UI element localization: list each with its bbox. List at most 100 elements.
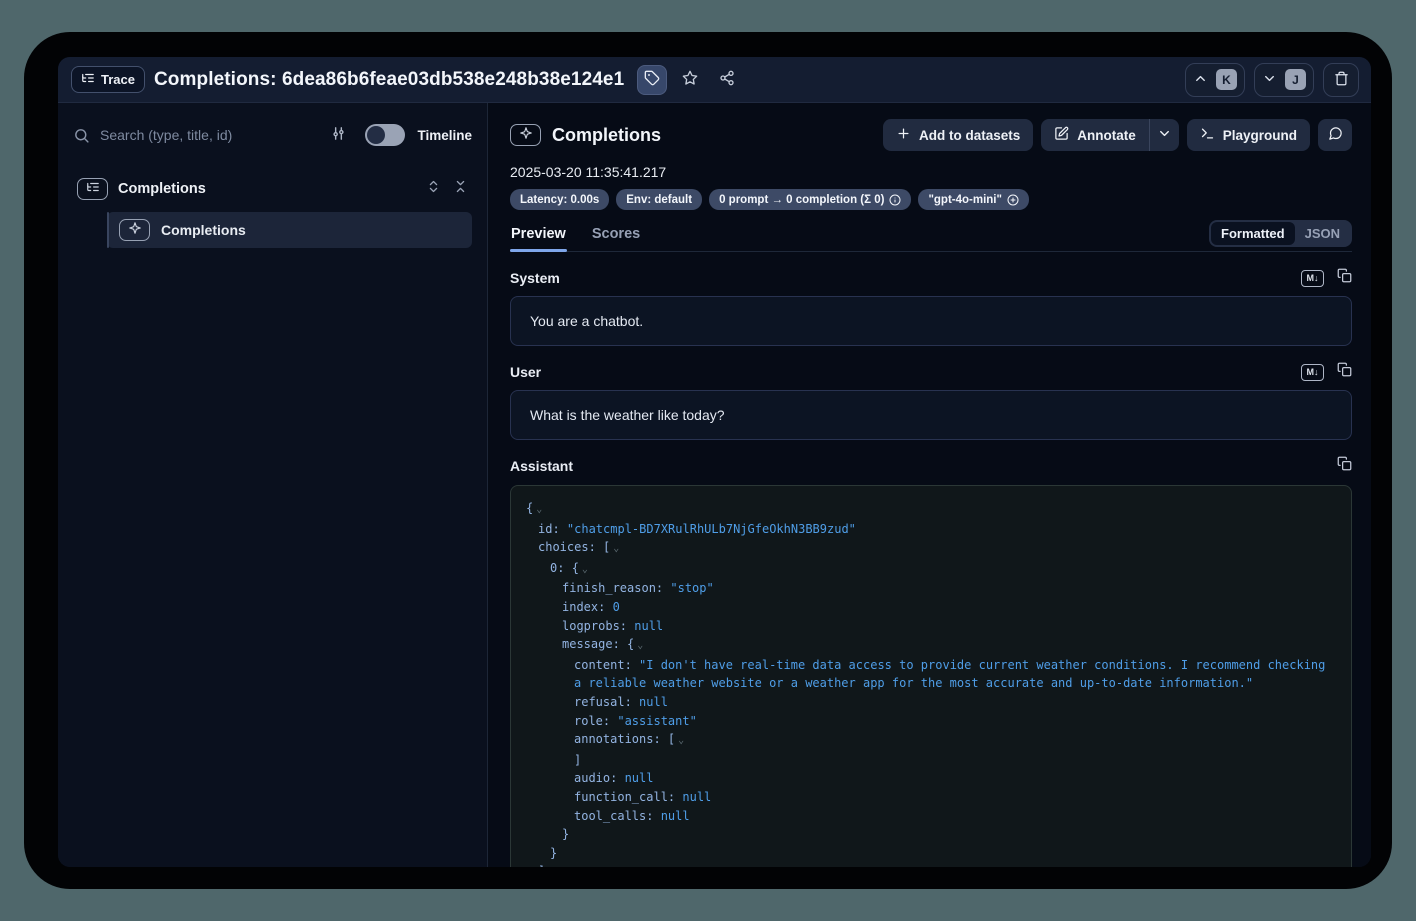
sliders-icon bbox=[330, 125, 347, 145]
tab-preview[interactable]: Preview bbox=[510, 224, 567, 251]
trace-badge-label: Trace bbox=[101, 72, 135, 87]
metadata-pill[interactable]: Latency: 0.00s bbox=[510, 189, 609, 210]
json-line: tool_calls: null bbox=[526, 807, 1336, 826]
json-line: refusal: null bbox=[526, 693, 1336, 712]
assistant-role-label: Assistant bbox=[510, 458, 573, 474]
top-bar: Trace Completions: 6dea86b6feae03db538e2… bbox=[58, 57, 1371, 103]
annotate-split-button: Annotate bbox=[1041, 119, 1179, 151]
json-line: id: "chatcmpl-BD7XRulRhULb7NjGfeOkhN3BB9… bbox=[526, 520, 1336, 539]
json-line: logprobs: null bbox=[526, 617, 1336, 636]
copy-icon[interactable] bbox=[1337, 456, 1352, 476]
share-icon bbox=[719, 70, 735, 89]
star-icon bbox=[682, 70, 698, 89]
copy-icon[interactable] bbox=[1337, 362, 1352, 382]
tag-icon bbox=[644, 70, 660, 89]
annotate-button[interactable]: Annotate bbox=[1041, 119, 1149, 151]
metadata-pills: Latency: 0.00s Env: default 0 prompt → 0 c… bbox=[510, 189, 1352, 210]
list-tree-icon bbox=[86, 180, 100, 199]
plus-circle-icon bbox=[1007, 194, 1019, 206]
timeline-toggle[interactable] bbox=[365, 124, 405, 146]
json-line: content: "I don't have real-time data ac… bbox=[526, 656, 1336, 693]
chevron-up-icon bbox=[1193, 71, 1208, 89]
observation-timestamp: 2025-03-20 11:35:41.217 bbox=[510, 164, 1352, 180]
search-input[interactable] bbox=[100, 127, 317, 143]
window-bezel: Trace Completions: 6dea86b6feae03db538e2… bbox=[24, 32, 1392, 889]
collapse-all-icon[interactable] bbox=[453, 179, 468, 199]
keyboard-shortcut-k: K bbox=[1216, 69, 1237, 90]
pill-label: Latency: 0.00s bbox=[520, 194, 599, 206]
pill-label: Env: default bbox=[626, 194, 692, 206]
user-section-header: User M↓ bbox=[510, 362, 1352, 382]
observation-header: Completions Add to datasets bbox=[510, 119, 1352, 151]
json-line: ] bbox=[526, 751, 1336, 770]
sparkle-icon bbox=[519, 126, 533, 145]
share-button[interactable] bbox=[713, 66, 741, 94]
format-segmented-control: Formatted JSON bbox=[1209, 220, 1352, 247]
user-message-box: What is the weather like today? bbox=[510, 390, 1352, 440]
format-json-option[interactable]: JSON bbox=[1295, 222, 1350, 245]
trace-title: Completions: 6dea86b6feae03db538e248b38e… bbox=[154, 69, 624, 91]
sparkle-icon bbox=[128, 221, 142, 240]
json-line: role: "assistant" bbox=[526, 712, 1336, 731]
playground-button[interactable]: Playground bbox=[1187, 119, 1310, 151]
action-buttons: Add to datasets Annotate bbox=[883, 119, 1352, 151]
metadata-pill[interactable]: 0 prompt → 0 completion (Σ 0) bbox=[709, 189, 911, 210]
add-to-datasets-label: Add to datasets bbox=[919, 128, 1020, 143]
view-settings-button[interactable] bbox=[327, 124, 349, 146]
json-line: finish_reason: "stop" bbox=[526, 579, 1336, 598]
annotate-label: Annotate bbox=[1077, 128, 1136, 143]
annotate-dropdown-button[interactable] bbox=[1149, 119, 1179, 151]
json-line: audio: null bbox=[526, 769, 1336, 788]
assistant-section-header: Assistant bbox=[510, 456, 1352, 476]
markdown-toggle-icon[interactable]: M↓ bbox=[1301, 364, 1324, 381]
tab-scores[interactable]: Scores bbox=[591, 224, 641, 251]
search-row: Timeline bbox=[73, 120, 472, 150]
expand-all-icon[interactable] bbox=[426, 179, 441, 199]
comments-button[interactable] bbox=[1318, 119, 1352, 151]
trace-tree-sidebar: Timeline Completions bbox=[58, 103, 488, 867]
system-section-header: System M↓ bbox=[510, 268, 1352, 288]
chevron-down-icon bbox=[1157, 126, 1172, 144]
generation-node-badge bbox=[119, 219, 150, 241]
delete-trace-button[interactable] bbox=[1323, 63, 1359, 97]
prev-trace-button[interactable]: K bbox=[1185, 63, 1245, 97]
next-trace-button[interactable]: J bbox=[1254, 63, 1314, 97]
tree-item-completions[interactable]: Completions bbox=[107, 212, 472, 248]
tree-root-row[interactable]: Completions bbox=[73, 176, 472, 202]
format-formatted-option[interactable]: Formatted bbox=[1211, 222, 1295, 245]
message-bubble-icon bbox=[1328, 126, 1343, 144]
json-line: index: 0 bbox=[526, 598, 1336, 617]
keyboard-shortcut-j: J bbox=[1285, 69, 1306, 90]
plus-icon bbox=[896, 126, 911, 144]
desktop-background: Trace Completions: 6dea86b6feae03db538e2… bbox=[0, 0, 1416, 921]
user-role-label: User bbox=[510, 364, 541, 380]
observation-detail-panel: Completions Add to datasets bbox=[488, 103, 1371, 867]
edit-icon bbox=[1054, 126, 1069, 144]
json-line: annotations: [⌄ bbox=[526, 730, 1336, 751]
json-line: } bbox=[526, 825, 1336, 844]
timeline-toggle-label: Timeline bbox=[417, 128, 472, 143]
trash-icon bbox=[1334, 71, 1349, 89]
system-message-box: You are a chatbot. bbox=[510, 296, 1352, 346]
copy-icon[interactable] bbox=[1337, 268, 1352, 288]
chevron-down-icon bbox=[1262, 71, 1277, 89]
info-icon bbox=[889, 194, 901, 206]
metadata-pill[interactable]: "gpt-4o-mini" bbox=[918, 189, 1029, 210]
app-window: Trace Completions: 6dea86b6feae03db538e2… bbox=[58, 57, 1371, 867]
json-line: message: {⌄ bbox=[526, 635, 1336, 656]
json-line: choices: [⌄ bbox=[526, 538, 1336, 559]
observation-title: Completions bbox=[552, 125, 661, 146]
generation-badge bbox=[510, 124, 541, 146]
list-tree-icon bbox=[81, 71, 95, 88]
pill-label: 0 prompt → 0 completion (Σ 0) bbox=[719, 194, 884, 206]
observation-tree: Completions bbox=[73, 176, 472, 248]
add-to-datasets-button[interactable]: Add to datasets bbox=[883, 119, 1033, 151]
tree-tools bbox=[426, 179, 468, 199]
markdown-toggle-icon[interactable]: M↓ bbox=[1301, 270, 1324, 287]
assistant-json-viewer[interactable]: {⌄id: "chatcmpl-BD7XRulRhULb7NjGfeOkhN3B… bbox=[510, 485, 1352, 867]
metadata-pill[interactable]: Env: default bbox=[616, 189, 702, 210]
bookmark-star-button[interactable] bbox=[676, 66, 704, 94]
trace-node-badge bbox=[77, 178, 108, 200]
trace-type-badge: Trace bbox=[71, 66, 145, 93]
tag-button[interactable] bbox=[637, 65, 667, 95]
